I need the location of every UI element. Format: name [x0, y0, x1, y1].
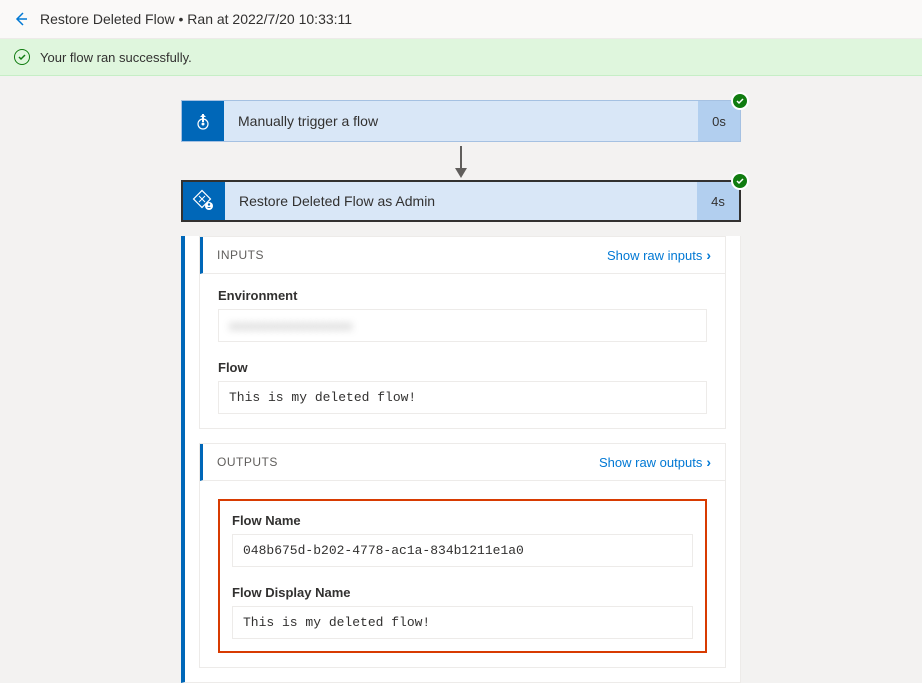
success-badge-icon: [731, 92, 749, 110]
inputs-content: Environment xxxxxxxxxxxxxxxxxxx Flow Thi…: [200, 274, 725, 428]
restore-body: INPUTS Show raw inputs › Environment xxx…: [181, 236, 741, 683]
flow-value: This is my deleted flow!: [218, 381, 707, 414]
trigger-icon: [182, 101, 224, 141]
chevron-right-icon: ›: [706, 247, 711, 263]
connector-arrow-icon: [460, 146, 462, 176]
success-banner: Your flow ran successfully.: [0, 39, 922, 76]
restore-title: Restore Deleted Flow as Admin: [225, 182, 697, 220]
inputs-header: INPUTS Show raw inputs ›: [200, 237, 725, 274]
back-icon[interactable]: [12, 10, 30, 28]
environment-value: xxxxxxxxxxxxxxxxxxx: [218, 309, 707, 342]
flow-name-field: Flow Name 048b675d-b202-4778-ac1a-834b12…: [232, 513, 693, 567]
restore-step[interactable]: Restore Deleted Flow as Admin 4s INPUTS …: [181, 180, 741, 683]
success-badge-icon: [731, 172, 749, 190]
success-check-icon: [14, 49, 30, 65]
highlight-outputs-box: Flow Name 048b675d-b202-4778-ac1a-834b12…: [218, 499, 707, 653]
trigger-title: Manually trigger a flow: [224, 101, 698, 141]
show-raw-outputs-label: Show raw outputs: [599, 455, 702, 470]
chevron-right-icon: ›: [706, 454, 711, 470]
restore-step-header[interactable]: Restore Deleted Flow as Admin 4s: [181, 180, 741, 222]
flow-display-name-label: Flow Display Name: [232, 585, 693, 600]
outputs-panel: OUTPUTS Show raw outputs › Flow Name 048…: [199, 443, 726, 668]
environment-label: Environment: [218, 288, 707, 303]
restore-duration: 4s: [697, 182, 739, 220]
show-raw-outputs-link[interactable]: Show raw outputs ›: [599, 454, 711, 470]
page-header: Restore Deleted Flow • Ran at 2022/7/20 …: [0, 0, 922, 39]
flow-display-name-value: This is my deleted flow!: [232, 606, 693, 639]
show-raw-inputs-label: Show raw inputs: [607, 248, 702, 263]
page-title: Restore Deleted Flow • Ran at 2022/7/20 …: [40, 11, 352, 27]
show-raw-inputs-link[interactable]: Show raw inputs ›: [607, 247, 711, 263]
flow-name-label: Flow Name: [232, 513, 693, 528]
restore-icon: [183, 182, 225, 220]
outputs-header: OUTPUTS Show raw outputs ›: [200, 444, 725, 481]
outputs-title: OUTPUTS: [217, 455, 278, 469]
trigger-step[interactable]: Manually trigger a flow 0s: [181, 100, 741, 142]
inputs-title: INPUTS: [217, 248, 264, 262]
inputs-panel: INPUTS Show raw inputs › Environment xxx…: [199, 236, 726, 429]
flow-label: Flow: [218, 360, 707, 375]
flow-field: Flow This is my deleted flow!: [218, 360, 707, 414]
environment-field: Environment xxxxxxxxxxxxxxxxxxx: [218, 288, 707, 342]
outputs-content: Flow Name 048b675d-b202-4778-ac1a-834b12…: [200, 481, 725, 667]
flow-name-value: 048b675d-b202-4778-ac1a-834b1211e1a0: [232, 534, 693, 567]
flow-display-name-field: Flow Display Name This is my deleted flo…: [232, 585, 693, 639]
flow-canvas: Manually trigger a flow 0s Restore Delet…: [0, 76, 922, 683]
trigger-step-header[interactable]: Manually trigger a flow 0s: [181, 100, 741, 142]
success-text: Your flow ran successfully.: [40, 50, 192, 65]
